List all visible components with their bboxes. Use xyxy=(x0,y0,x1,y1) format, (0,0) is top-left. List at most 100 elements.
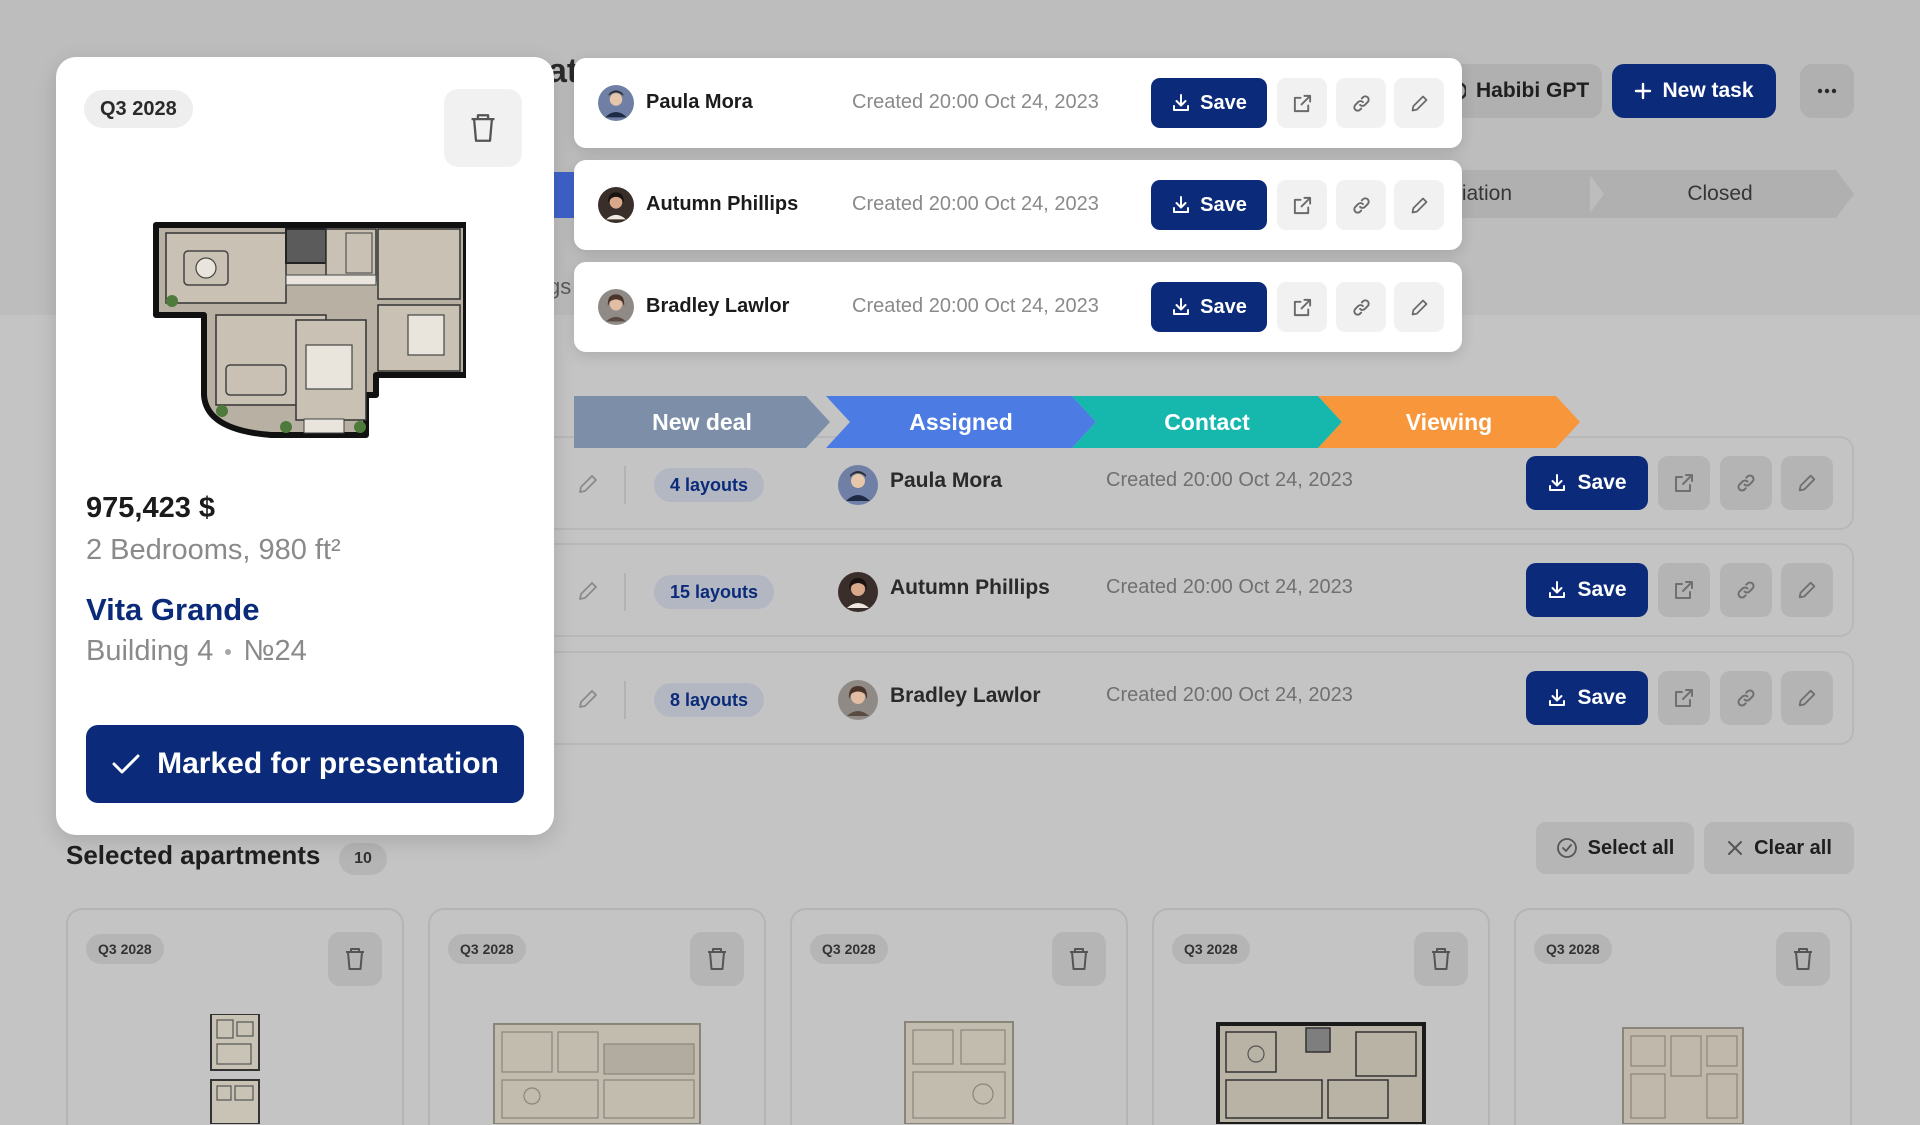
edit-button[interactable] xyxy=(1781,456,1833,510)
new-task-label: New task xyxy=(1662,79,1754,102)
pencil-icon xyxy=(1409,93,1430,114)
save-button[interactable]: Save xyxy=(1526,563,1648,617)
marked-for-presentation-button[interactable]: Marked for presentation xyxy=(86,725,524,803)
apartment-card[interactable]: Q3 2028 xyxy=(790,908,1128,1125)
project-link[interactable]: Vita Grande xyxy=(86,592,259,628)
row-divider xyxy=(624,573,626,611)
apartment-card[interactable]: Q3 2028 xyxy=(66,908,404,1125)
deal-panel[interactable]: Bradley Lawlor Created 20:00 Oct 24, 202… xyxy=(574,262,1462,352)
copy-link-button[interactable] xyxy=(1336,78,1386,128)
stage-closed[interactable]: Closed xyxy=(1586,170,1854,218)
pencil-icon[interactable] xyxy=(576,687,600,711)
pencil-icon[interactable] xyxy=(576,579,600,603)
avatar xyxy=(838,680,878,720)
table-row[interactable]: 4 layouts Paula Mora Created 20:00 Oct 2… xyxy=(548,436,1854,530)
apartment-detail-card: Q3 2028 975,423 $ 2 Bedrooms, 980 ft² Vi… xyxy=(56,57,554,835)
open-external-button[interactable] xyxy=(1658,671,1710,725)
save-button[interactable]: Save xyxy=(1151,180,1267,230)
separator-dot xyxy=(225,648,232,655)
apartment-card[interactable]: Q3 2028 xyxy=(428,908,766,1125)
stage-viewing[interactable]: Viewing xyxy=(1318,396,1580,448)
apartment-card[interactable]: Q3 2028 xyxy=(1514,908,1852,1125)
new-task-button[interactable]: New task xyxy=(1612,64,1776,118)
copy-link-button[interactable] xyxy=(1336,282,1386,332)
trash-icon xyxy=(1068,947,1090,971)
save-button[interactable]: Save xyxy=(1526,456,1648,510)
save-button[interactable]: Save xyxy=(1151,282,1267,332)
edit-button[interactable] xyxy=(1394,282,1444,332)
floor-plan-image xyxy=(146,215,466,485)
table-row[interactable]: 8 layouts Bradley Lawlor Created 20:00 O… xyxy=(548,651,1854,745)
quarter-badge: Q3 2028 xyxy=(1172,934,1250,964)
open-external-button[interactable] xyxy=(1658,456,1710,510)
quarter-badge: Q3 2028 xyxy=(810,934,888,964)
clear-all-button[interactable]: Clear all xyxy=(1704,822,1854,874)
floor-plan-thumbnail xyxy=(1516,1014,1850,1124)
delete-button[interactable] xyxy=(1052,932,1106,986)
delete-button[interactable] xyxy=(444,89,522,167)
deal-panel[interactable]: Autumn Phillips Created 20:00 Oct 24, 20… xyxy=(574,160,1462,250)
apartment-card[interactable]: Q3 2028 xyxy=(1152,908,1490,1125)
building-label: Building 4 xyxy=(86,635,214,667)
stage-assigned[interactable]: Assigned xyxy=(826,396,1096,448)
external-link-icon xyxy=(1292,297,1313,318)
edit-button[interactable] xyxy=(1394,78,1444,128)
table-row[interactable]: 15 layouts Autumn Phillips Created 20:00… xyxy=(548,543,1854,637)
habibi-gpt-label: Habibi GPT xyxy=(1476,79,1590,102)
save-button[interactable]: Save xyxy=(1151,78,1267,128)
link-icon xyxy=(1351,297,1372,318)
apartment-rooms: 2 Bedrooms, 980 ft² xyxy=(86,534,341,566)
download-icon xyxy=(1547,580,1567,600)
external-link-icon xyxy=(1673,687,1695,709)
marked-for-presentation-label: Marked for presentation xyxy=(157,747,499,780)
layouts-badge: 4 layouts xyxy=(654,468,765,502)
habibi-gpt-button[interactable]: Habibi GPT xyxy=(1440,64,1602,118)
external-link-icon xyxy=(1292,195,1313,216)
delete-button[interactable] xyxy=(1414,932,1468,986)
external-link-icon xyxy=(1673,472,1695,494)
stage-new-deal[interactable]: New deal xyxy=(574,396,830,448)
copy-link-button[interactable] xyxy=(1336,180,1386,230)
copy-link-button[interactable] xyxy=(1720,563,1772,617)
row-divider xyxy=(624,681,626,719)
quarter-badge: Q3 2028 xyxy=(1534,934,1612,964)
unit-label: №24 xyxy=(243,635,307,667)
open-external-button[interactable] xyxy=(1277,180,1327,230)
open-external-button[interactable] xyxy=(1277,282,1327,332)
copy-link-button[interactable] xyxy=(1720,456,1772,510)
stage-negotiation-partial[interactable]: tiation xyxy=(1440,170,1590,218)
save-button[interactable]: Save xyxy=(1526,671,1648,725)
edit-button[interactable] xyxy=(1781,563,1833,617)
select-all-button[interactable]: Select all xyxy=(1536,822,1694,874)
stage-contact[interactable]: Contact xyxy=(1072,396,1342,448)
deal-created-date: Created 20:00 Oct 24, 2023 xyxy=(1106,469,1353,491)
floor-plan-thumbnail xyxy=(68,1014,402,1124)
delete-button[interactable] xyxy=(690,932,744,986)
save-label: Save xyxy=(1200,91,1247,114)
delete-button[interactable] xyxy=(1776,932,1830,986)
deal-client-name: Bradley Lawlor xyxy=(890,684,1041,707)
open-external-button[interactable] xyxy=(1658,563,1710,617)
copy-link-button[interactable] xyxy=(1720,671,1772,725)
select-all-label: Select all xyxy=(1587,836,1675,859)
layouts-badge: 15 layouts xyxy=(654,575,775,609)
apartment-price: 975,423 $ xyxy=(86,492,216,524)
deal-panel[interactable]: Paula Mora Created 20:00 Oct 24, 2023 Sa… xyxy=(574,58,1462,148)
open-external-button[interactable] xyxy=(1277,78,1327,128)
layouts-badge: 8 layouts xyxy=(654,683,765,717)
checkmark-icon xyxy=(111,752,141,776)
selected-count-badge: 10 xyxy=(339,843,387,875)
more-dots-icon xyxy=(1817,88,1837,94)
quarter-badge: Q3 2028 xyxy=(84,90,193,128)
trash-icon xyxy=(1792,947,1814,971)
more-options-button[interactable] xyxy=(1800,64,1854,118)
delete-button[interactable] xyxy=(328,932,382,986)
avatar xyxy=(598,187,634,223)
selected-apartments-title: Selected apartments xyxy=(66,840,321,870)
edit-button[interactable] xyxy=(1394,180,1444,230)
avatar xyxy=(598,289,634,325)
clear-all-label: Clear all xyxy=(1754,836,1832,859)
pencil-icon[interactable] xyxy=(576,472,600,496)
download-icon xyxy=(1547,473,1567,493)
edit-button[interactable] xyxy=(1781,671,1833,725)
